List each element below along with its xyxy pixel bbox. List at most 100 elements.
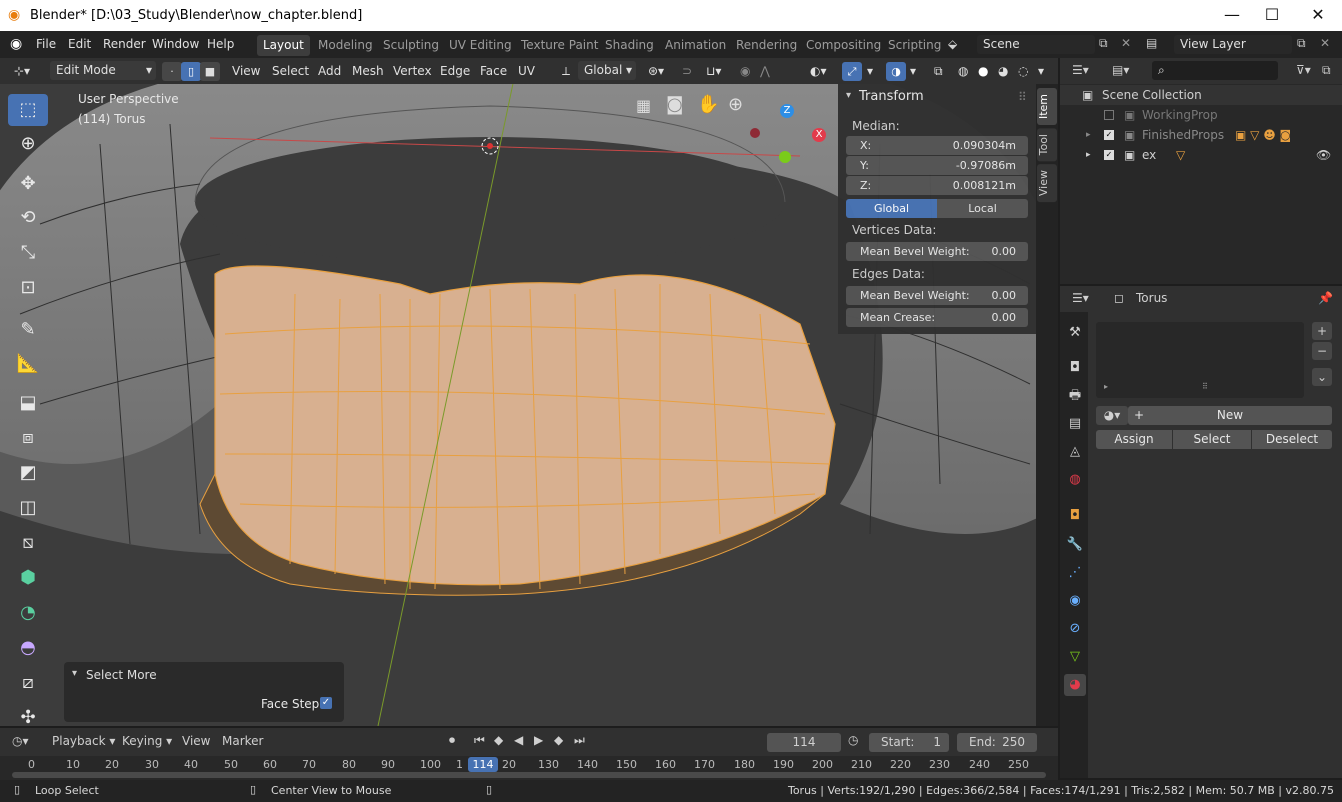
menu-help[interactable]: Help <box>207 37 234 51</box>
tab-sculpting[interactable]: Sculpting <box>377 35 445 56</box>
new-material-button[interactable]: + New <box>1128 406 1332 425</box>
extrude-tool-icon[interactable]: ⬓ <box>8 387 48 419</box>
bevel-tool-icon[interactable]: ◩ <box>8 457 48 489</box>
knife-tool-icon[interactable]: ⧅ <box>8 527 48 559</box>
mode-select[interactable]: Edit Mode ▾ <box>50 61 156 80</box>
current-frame-field[interactable]: 114 <box>767 733 841 752</box>
view-layer-field[interactable]: View Layer <box>1174 35 1292 54</box>
snap-target-icon[interactable]: ⊔▾ <box>706 62 721 81</box>
edge-slide-tool-icon[interactable]: ⧄ <box>8 667 48 699</box>
poly-build-tool-icon[interactable]: ⬢ <box>8 562 48 594</box>
filter-icon[interactable]: ⊽▾ <box>1296 63 1311 77</box>
orientation-select[interactable]: Global ▾ <box>578 61 636 80</box>
cursor-tool-icon[interactable]: ⊕ <box>8 128 48 160</box>
edge-mean-bevel-field[interactable]: Mean Bevel Weight: 0.00 <box>846 286 1028 305</box>
blender-menu-icon[interactable]: ◉ <box>10 36 22 52</box>
particles-tab-icon[interactable]: ⋰ <box>1064 562 1086 584</box>
menu-file[interactable]: File <box>36 37 56 51</box>
vertex-select-icon[interactable]: · <box>162 62 182 81</box>
proportional-edit-icon[interactable]: ◉ <box>740 62 750 81</box>
visibility-icon[interactable]: ◐▾ <box>810 62 827 81</box>
gizmo-neg-x-axis[interactable] <box>750 128 760 138</box>
tab-compositing[interactable]: Compositing <box>800 35 887 56</box>
menu-select[interactable]: Select <box>272 62 309 81</box>
tab-scripting[interactable]: Scripting <box>882 35 947 56</box>
gizmo-z-axis[interactable]: Z <box>780 104 794 118</box>
editor-type-icon[interactable]: ⊹▾ <box>14 62 30 81</box>
face-select-icon[interactable]: ■ <box>200 62 220 81</box>
slot-specials-icon[interactable]: ⌄ <box>1312 368 1332 386</box>
vertex-mean-bevel-field[interactable]: Mean Bevel Weight: 0.00 <box>846 242 1028 261</box>
next-keyframe-icon[interactable]: ◆ <box>554 733 563 747</box>
outliner-search-input[interactable]: ⌕ <box>1152 61 1278 80</box>
new-view-layer-icon[interactable]: ⧉ <box>1297 36 1306 51</box>
material-tab-icon[interactable]: ◕ <box>1064 674 1086 696</box>
list-item[interactable]: ▣ WorkingProp <box>1060 105 1342 125</box>
editor-type-icon[interactable]: ☰▾ <box>1072 63 1089 77</box>
assign-button[interactable]: Assign <box>1096 430 1172 449</box>
new-collection-icon[interactable]: ⧉ <box>1322 63 1331 78</box>
scene-tab-icon[interactable]: ◬ <box>1064 441 1086 463</box>
scene-icon[interactable]: ⬙ <box>948 37 957 51</box>
expand-arrow-icon[interactable]: ▸ <box>1104 382 1108 391</box>
world-tab-icon[interactable]: ◍ <box>1064 469 1086 491</box>
record-icon[interactable]: ⏺ <box>449 733 455 748</box>
hand-pan-icon[interactable]: ✋ <box>697 94 719 115</box>
view-layer-icon[interactable]: ▤ <box>1146 36 1157 50</box>
spin-tool-icon[interactable]: ◔ <box>8 597 48 629</box>
tab-texture-paint[interactable]: Texture Paint <box>515 35 604 56</box>
display-mode-icon[interactable]: ▤▾ <box>1112 63 1129 77</box>
object-tab-icon[interactable]: ◘ <box>1064 505 1086 527</box>
tab-uv-editing[interactable]: UV Editing <box>443 35 518 56</box>
prev-keyframe-icon[interactable]: ◆ <box>494 733 503 747</box>
chevron-down-icon[interactable]: ▾ <box>910 62 916 81</box>
smooth-tool-icon[interactable]: ◓ <box>8 632 48 664</box>
add-slot-button[interactable]: + <box>1312 322 1332 340</box>
close-window-button[interactable]: ✕ <box>1295 4 1341 28</box>
select-box-tool-icon[interactable]: ⬚ <box>8 94 48 126</box>
menu-timeline-view[interactable]: View <box>182 734 210 748</box>
inset-tool-icon[interactable]: ⧈ <box>8 422 48 454</box>
menu-edge[interactable]: Edge <box>440 62 470 81</box>
tab-item[interactable]: Item <box>1037 88 1057 126</box>
timeline-ruler[interactable]: 0 10 20 30 40 50 60 70 80 90 100 1 20 130 140 150 160 170… <box>0 756 1058 780</box>
drag-handle-icon[interactable]: ⠿ <box>1018 90 1027 104</box>
menu-playback[interactable]: Playback ▾ <box>46 734 121 748</box>
falloff-icon[interactable]: ⋀ <box>760 62 770 81</box>
resize-handle-icon[interactable]: ⠿ <box>1202 382 1208 391</box>
expand-arrow-icon[interactable]: ▸ <box>1086 125 1091 145</box>
editor-type-icon[interactable]: ☰▾ <box>1072 291 1089 305</box>
start-frame-field[interactable]: Start: 1 <box>869 733 949 752</box>
list-item[interactable]: ▣ Scene Collection <box>1060 85 1342 105</box>
end-frame-field[interactable]: End: 250 <box>957 733 1037 752</box>
collapse-arrow-icon[interactable]: ▾ <box>72 668 77 679</box>
xray-icon[interactable]: ⧉ <box>934 62 943 81</box>
grid-view-icon[interactable]: ▦ <box>636 96 651 115</box>
material-slot-list[interactable]: ▸ ⠿ <box>1096 322 1304 398</box>
menu-vertex[interactable]: Vertex <box>393 62 432 81</box>
tool-tab-icon[interactable]: ⚒ <box>1064 322 1086 344</box>
menu-uv[interactable]: UV <box>518 62 535 81</box>
tab-layout[interactable]: Layout <box>257 35 310 56</box>
delete-view-layer-icon[interactable]: ✕ <box>1320 36 1330 50</box>
loop-cut-tool-icon[interactable]: ◫ <box>8 492 48 524</box>
menu-view[interactable]: View <box>232 62 260 81</box>
move-tool-icon[interactable]: ✥ <box>8 168 48 200</box>
pivot-icon[interactable]: ⊛▾ <box>648 62 664 81</box>
deselect-button[interactable]: Deselect <box>1252 430 1332 449</box>
menu-render[interactable]: Render <box>103 37 146 51</box>
material-browse-icon[interactable]: ◕▾ <box>1096 406 1128 425</box>
gizmo-x-axis[interactable]: X <box>812 128 826 142</box>
zoom-icon[interactable]: ⊕ <box>728 94 743 115</box>
snap-icon[interactable]: ⊃ <box>682 62 692 81</box>
eye-icon[interactable]: 👁 <box>1316 145 1331 165</box>
mesh-data-tab-icon[interactable]: ▽ <box>1064 646 1086 668</box>
expand-arrow-icon[interactable]: ▸ <box>1086 145 1091 165</box>
transform-orientation-icon[interactable]: ⟂ <box>562 62 570 81</box>
chevron-down-icon[interactable]: ▾ <box>1038 62 1044 81</box>
wireframe-shading-icon[interactable]: ◍ <box>958 62 968 81</box>
rendered-shading-icon[interactable]: ◌ <box>1018 62 1028 81</box>
menu-mesh[interactable]: Mesh <box>352 62 384 81</box>
tab-shading[interactable]: Shading <box>599 35 660 56</box>
global-toggle[interactable]: Global <box>846 199 937 218</box>
